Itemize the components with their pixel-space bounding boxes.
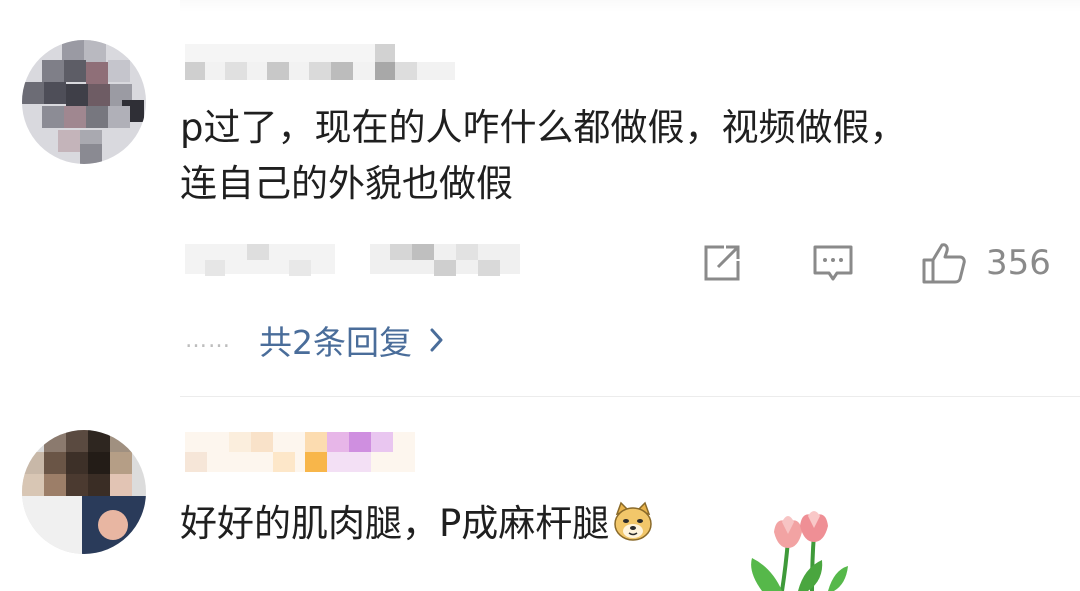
comment-item: 好好的肌肉腿，P成麻杆腿	[0, 400, 1080, 591]
replies-row: …… 共2条回复	[185, 318, 444, 362]
comment-text-line: 连自己的外貌也做假	[180, 162, 513, 205]
comment-text: p过了，现在的人咋什么都做假，视频做假， 连自己的外貌也做假	[180, 100, 907, 212]
comment-button[interactable]	[810, 238, 856, 288]
view-replies-label: 共2条回复	[259, 323, 412, 362]
chevron-right-icon	[430, 328, 443, 352]
thumbs-up-icon	[922, 243, 966, 284]
view-replies-link[interactable]: 共2条回复	[259, 316, 444, 364]
share-icon	[704, 245, 740, 281]
comment-text-line: p过了，现在的人咋什么都做假，视频做假，	[180, 106, 907, 149]
avatar[interactable]	[22, 40, 146, 164]
comment-text: 好好的肌肉腿，P成麻杆腿	[180, 496, 655, 552]
comment-icon	[813, 245, 853, 281]
like-count: 356	[986, 243, 1051, 283]
comment-divider	[180, 396, 1080, 397]
comment-actions: 356	[700, 238, 1060, 288]
avatar[interactable]	[22, 430, 146, 554]
comment-item: p过了，现在的人咋什么都做假，视频做假， 连自己的外貌也做假 356 …… 共2…	[0, 30, 1080, 390]
top-divider	[180, 0, 1080, 12]
like-button[interactable]: 356	[920, 238, 1051, 288]
doge-emoji-icon	[614, 501, 653, 541]
username-blurred[interactable]	[185, 432, 415, 472]
comment-meta-blurred	[185, 240, 525, 280]
comment-text-line: 好好的肌肉腿，P成麻杆腿	[180, 502, 610, 545]
username-blurred[interactable]	[185, 40, 455, 80]
replies-dots: ……	[185, 327, 231, 353]
tulip-sticker-icon	[751, 511, 848, 591]
share-button[interactable]	[700, 238, 744, 288]
